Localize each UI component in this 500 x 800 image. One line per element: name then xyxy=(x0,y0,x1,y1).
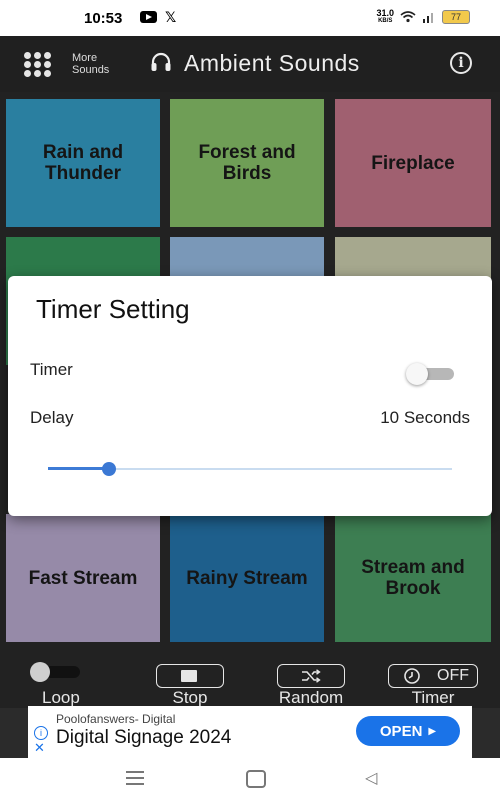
headphones-icon xyxy=(151,52,171,71)
ad-open-label: OPEN xyxy=(379,722,423,740)
back-icon[interactable]: ◁ xyxy=(365,768,377,788)
loop-toggle-thumb xyxy=(30,662,50,682)
tile-fireplace[interactable]: Fireplace xyxy=(335,99,491,227)
timer-state: OFF xyxy=(437,667,469,684)
more-sounds-line2: Sounds xyxy=(72,64,110,76)
status-indicators: 31.0 KB/S 77 xyxy=(376,9,470,25)
tile-label: Rainy Stream xyxy=(186,567,308,589)
network-speed-unit: KB/S xyxy=(378,18,393,24)
battery-level: 77 xyxy=(450,12,461,22)
ad-close-icon[interactable]: ✕ xyxy=(34,740,45,756)
delay-slider[interactable] xyxy=(48,462,452,476)
tile-rain-and-thunder[interactable]: Rain and Thunder xyxy=(6,99,160,227)
signal-icon xyxy=(423,13,433,23)
home-icon[interactable] xyxy=(246,770,266,788)
tile-label: Brook xyxy=(385,578,441,599)
status-time: 10:53 xyxy=(84,10,123,27)
timer-clock-icon xyxy=(404,668,420,684)
tile-label: Fast Stream xyxy=(28,567,138,589)
network-speed: 31.0 KB/S xyxy=(376,9,394,25)
ad-open-button[interactable]: OPEN ▶ xyxy=(356,716,460,746)
wifi-icon xyxy=(400,11,416,23)
timer-toggle[interactable] xyxy=(406,362,454,385)
shuffle-icon xyxy=(302,669,321,683)
more-sounds-line1: More xyxy=(72,52,98,64)
tile-label: Birds xyxy=(222,163,272,184)
recent-apps-icon[interactable] xyxy=(126,771,144,785)
battery-icon: 77 xyxy=(442,10,470,24)
stop-icon xyxy=(181,670,197,682)
timer-control[interactable]: OFF Timer xyxy=(386,660,480,708)
app-title: Ambient Sounds xyxy=(184,50,360,76)
delay-value: 10 Seconds xyxy=(380,408,470,427)
delay-slider-fill xyxy=(48,467,109,470)
ad-banner[interactable]: i ✕ Poolofanswers- Digital Digital Signa… xyxy=(28,706,472,758)
random-label: Random xyxy=(278,688,344,707)
timer-toggle-thumb xyxy=(406,363,428,385)
ad-sponsor: Poolofanswers- Digital xyxy=(56,712,176,726)
timer-label-bottom: Timer xyxy=(411,688,455,707)
stop-control[interactable]: Stop xyxy=(150,660,230,708)
more-sounds-link[interactable]: More Sounds xyxy=(72,52,109,76)
tile-forest-and-birds[interactable]: Forest and Birds xyxy=(170,99,324,227)
stop-label: Stop xyxy=(172,688,208,707)
loop-control[interactable]: Loop xyxy=(22,660,112,708)
tile-label: Fireplace xyxy=(371,152,455,174)
ad-info-icon[interactable]: i xyxy=(34,726,48,740)
tile-label: Rain and xyxy=(42,142,124,163)
delay-label: Delay xyxy=(30,408,74,427)
random-control[interactable]: Random xyxy=(268,660,354,708)
system-nav-bar: ◁ xyxy=(0,758,500,800)
loop-toggle[interactable] xyxy=(30,662,80,682)
timer-label: Timer xyxy=(30,360,73,379)
tile-label: Forest and xyxy=(198,142,296,163)
stop-button[interactable] xyxy=(156,664,224,688)
timer-setting-dialog: Timer Setting Timer Delay 10 Seconds xyxy=(8,276,492,516)
tile-stream-and-brook[interactable]: Stream and Brook xyxy=(335,514,491,642)
chevron-right-icon: ▶ xyxy=(428,725,437,737)
status-bar: 10:53 𝕏 31.0 KB/S 77 xyxy=(0,0,500,36)
loop-label: Loop xyxy=(42,688,80,707)
tile-label: Stream and xyxy=(361,557,465,578)
delay-slider-thumb[interactable] xyxy=(102,462,116,476)
tile-fast-stream[interactable]: Fast Stream xyxy=(6,514,160,642)
random-button[interactable] xyxy=(277,664,345,688)
info-icon[interactable]: i xyxy=(450,52,472,74)
youtube-icon xyxy=(140,11,157,23)
more-sounds-grid-icon[interactable] xyxy=(24,52,52,77)
ad-headline: Digital Signage 2024 xyxy=(56,727,232,748)
playback-controls: Loop Stop Random OFF Timer xyxy=(0,652,500,708)
status-app-icons: 𝕏 xyxy=(140,9,177,25)
app-header: More Sounds Ambient Sounds i xyxy=(0,36,500,92)
dialog-title: Timer Setting xyxy=(36,294,190,324)
x-app-icon: 𝕏 xyxy=(165,9,177,25)
network-speed-value: 31.0 xyxy=(376,8,394,18)
timer-button[interactable]: OFF xyxy=(388,664,478,688)
tile-label: Thunder xyxy=(44,163,121,184)
tile-rainy-stream[interactable]: Rainy Stream xyxy=(170,514,324,642)
